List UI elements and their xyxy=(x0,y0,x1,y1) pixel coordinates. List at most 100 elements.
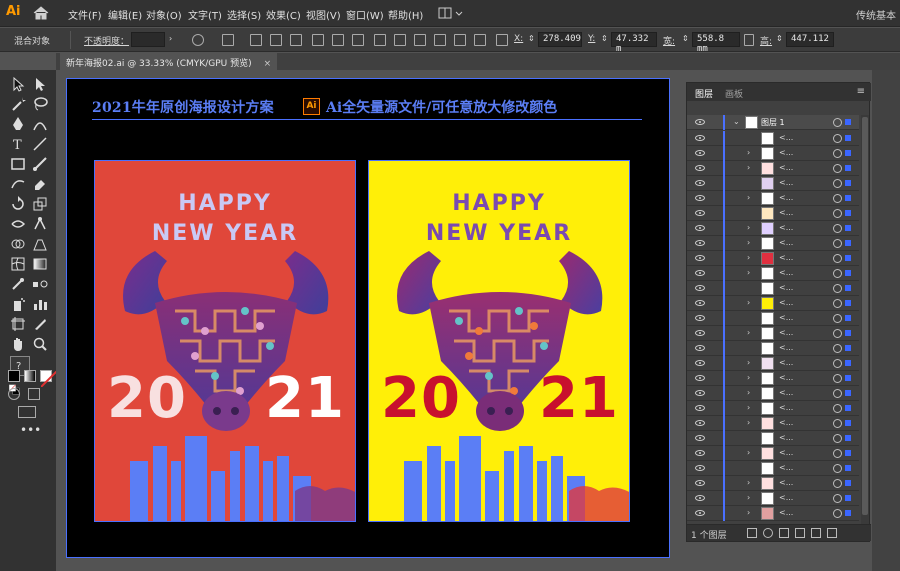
width-tool-icon[interactable] xyxy=(10,216,26,232)
opacity-label[interactable]: 不透明度： xyxy=(84,34,129,47)
layer-item-label[interactable]: <... xyxy=(779,193,793,202)
layer-item-label[interactable]: <... xyxy=(779,283,793,292)
layer-item-label[interactable]: <... xyxy=(779,343,793,352)
locate-object-icon[interactable] xyxy=(763,528,773,538)
artboard-tool-icon[interactable] xyxy=(10,316,26,332)
home-icon[interactable] xyxy=(32,5,50,21)
symbol-sprayer-icon[interactable] xyxy=(10,296,26,312)
x-field[interactable]: 278.409 xyxy=(538,32,582,47)
stepper-icon[interactable]: ⇕ xyxy=(528,34,535,43)
perspective-grid-icon[interactable] xyxy=(32,236,48,252)
menu-help[interactable]: 帮助(H) xyxy=(388,7,423,22)
layer-row[interactable]: <... xyxy=(687,341,859,356)
chevron-right-icon[interactable]: › xyxy=(747,268,750,277)
eraser-icon[interactable] xyxy=(32,176,48,192)
reference-point-icon[interactable] xyxy=(496,34,508,46)
target-icon[interactable] xyxy=(833,434,842,443)
align-center-icon[interactable] xyxy=(270,34,282,46)
visibility-eye-icon[interactable] xyxy=(695,375,705,381)
visibility-eye-icon[interactable] xyxy=(695,450,705,456)
target-icon[interactable] xyxy=(833,194,842,203)
align-right-icon[interactable] xyxy=(290,34,302,46)
opacity-field[interactable] xyxy=(131,32,165,47)
stepper-icon[interactable]: ⇕ xyxy=(682,34,689,43)
chevron-right-icon[interactable]: › xyxy=(747,508,750,517)
menu-view[interactable]: 视图(V) xyxy=(306,7,341,22)
visibility-eye-icon[interactable] xyxy=(695,270,705,276)
layer-row[interactable]: › <... xyxy=(687,416,859,431)
layer-item-label[interactable]: <... xyxy=(779,463,793,472)
layer-row[interactable]: › <... xyxy=(687,296,859,311)
curvature-tool-icon[interactable] xyxy=(32,116,48,132)
color-icon[interactable] xyxy=(8,370,20,382)
paintbrush-icon[interactable] xyxy=(32,156,48,172)
blend-tool-icon[interactable] xyxy=(32,276,48,292)
none-mode-icon[interactable] xyxy=(40,370,58,388)
visibility-eye-icon[interactable] xyxy=(695,240,705,246)
layer-item-label[interactable]: <... xyxy=(779,208,793,217)
chevron-right-icon[interactable]: › xyxy=(747,418,750,427)
visibility-eye-icon[interactable] xyxy=(695,135,705,141)
target-icon[interactable] xyxy=(833,359,842,368)
chevron-right-icon[interactable]: › xyxy=(747,328,750,337)
visibility-eye-icon[interactable] xyxy=(695,165,705,171)
export-icon[interactable] xyxy=(747,528,757,538)
selection-indicator[interactable] xyxy=(845,435,851,441)
chevron-right-icon[interactable]: › xyxy=(169,34,172,43)
chevron-right-icon[interactable]: › xyxy=(747,358,750,367)
width-field[interactable]: 558.8 mm xyxy=(692,32,740,54)
scrollbar-thumb[interactable] xyxy=(862,117,868,515)
menu-edit[interactable]: 编辑(E) xyxy=(108,7,142,22)
layer-row[interactable]: › <... xyxy=(687,221,859,236)
visibility-eye-icon[interactable] xyxy=(695,150,705,156)
visibility-eye-icon[interactable] xyxy=(695,465,705,471)
visibility-eye-icon[interactable] xyxy=(695,420,705,426)
hand-tool-icon[interactable] xyxy=(10,336,26,352)
new-layer-icon[interactable] xyxy=(811,528,821,538)
visibility-eye-icon[interactable] xyxy=(695,390,705,396)
layer-row[interactable]: › <... xyxy=(687,476,859,491)
tab-artboards[interactable]: 画板 xyxy=(725,87,743,100)
layer-item-label[interactable]: <... xyxy=(779,298,793,307)
target-icon[interactable] xyxy=(833,464,842,473)
selection-indicator[interactable] xyxy=(845,405,851,411)
layer-item-label[interactable]: <... xyxy=(779,478,793,487)
align-top-icon[interactable] xyxy=(312,34,324,46)
poster-yellow[interactable]: HAPPY NEW YEAR 20 21 xyxy=(368,160,630,522)
layer-item-label[interactable]: <... xyxy=(779,358,793,367)
target-icon[interactable] xyxy=(833,329,842,338)
selection-indicator[interactable] xyxy=(845,135,851,141)
layer-row[interactable]: › <... xyxy=(687,266,859,281)
column-graph-icon[interactable] xyxy=(32,296,48,312)
visibility-eye-icon[interactable] xyxy=(695,285,705,291)
layer-item-label[interactable]: <... xyxy=(779,178,793,187)
gradient-tool-icon[interactable] xyxy=(32,256,48,272)
link-icon[interactable] xyxy=(744,34,754,46)
chevron-right-icon[interactable]: › xyxy=(747,163,750,172)
layer-row[interactable]: › <... xyxy=(687,356,859,371)
chevron-right-icon[interactable]: › xyxy=(747,403,750,412)
visibility-eye-icon[interactable] xyxy=(695,225,705,231)
layer-row[interactable]: › <... xyxy=(687,191,859,206)
selection-indicator[interactable] xyxy=(845,495,851,501)
selection-indicator[interactable] xyxy=(845,420,851,426)
layer-row[interactable]: <... xyxy=(687,281,859,296)
layer-item-label[interactable]: <... xyxy=(779,253,793,262)
target-icon[interactable] xyxy=(833,239,842,248)
chevron-right-icon[interactable]: › xyxy=(747,193,750,202)
selection-indicator[interactable] xyxy=(845,390,851,396)
layer-item-label[interactable]: <... xyxy=(779,238,793,247)
distribute-middle-icon[interactable] xyxy=(394,34,406,46)
target-icon[interactable] xyxy=(833,509,842,518)
visibility-eye-icon[interactable] xyxy=(695,330,705,336)
chevron-right-icon[interactable]: › xyxy=(747,238,750,247)
selection-indicator[interactable] xyxy=(845,255,851,261)
draw-mode-icon[interactable] xyxy=(8,388,20,400)
target-icon[interactable] xyxy=(833,494,842,503)
layer-row[interactable]: <... xyxy=(687,461,859,476)
target-icon[interactable] xyxy=(833,404,842,413)
chevron-right-icon[interactable]: › xyxy=(747,373,750,382)
layer-item-label[interactable]: <... xyxy=(779,328,793,337)
selection-indicator[interactable] xyxy=(845,480,851,486)
layer-row[interactable]: › <... xyxy=(687,491,859,506)
